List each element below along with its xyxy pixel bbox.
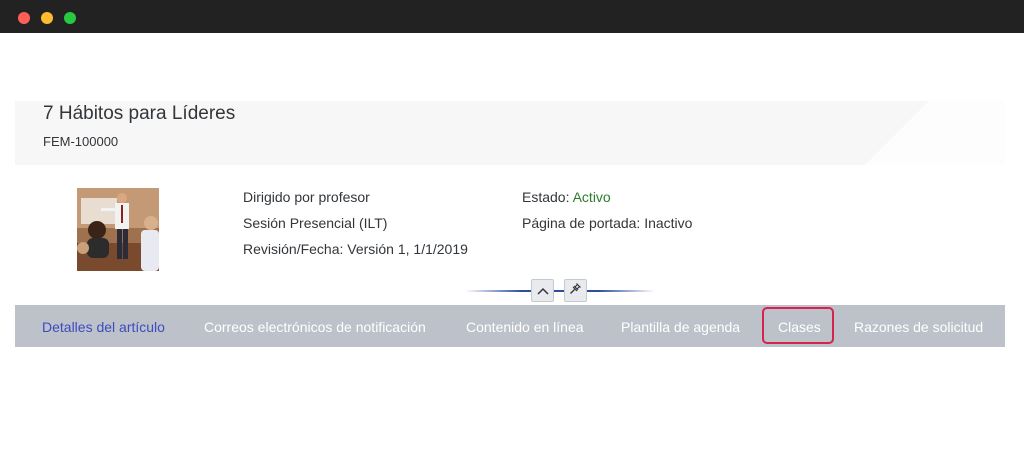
revision-date: Revisión/Fecha: Versión 1, 1/1/2019 — [243, 241, 468, 257]
header-decoration — [863, 101, 1005, 165]
app-window: 7 Hábitos para Líderes FEM-100000 Dirigi… — [0, 33, 1024, 449]
page-title: 7 Hábitos para Líderes — [43, 103, 236, 124]
item-thumbnail-image — [77, 188, 159, 271]
pin-icon — [569, 282, 582, 300]
header-collapse-divider — [465, 290, 655, 292]
tab-request-reasons[interactable]: Razones de solicitud — [854, 305, 983, 347]
object-header: 7 Hábitos para Líderes FEM-100000 — [15, 101, 1005, 165]
chevron-up-icon — [536, 282, 549, 300]
window-titlebar — [0, 0, 1024, 33]
session-type: Sesión Presencial (ILT) — [243, 215, 388, 231]
collapse-header-button[interactable] — [531, 279, 554, 302]
status-field: Estado: Activo — [522, 189, 611, 205]
tab-notification-emails[interactable]: Correos electrónicos de notificación — [204, 305, 426, 347]
tab-classes[interactable]: Clases — [778, 305, 821, 347]
tab-agenda-template[interactable]: Plantilla de agenda — [621, 305, 740, 347]
item-id: FEM-100000 — [43, 134, 119, 149]
close-window-button[interactable] — [18, 12, 30, 24]
minimize-window-button[interactable] — [41, 12, 53, 24]
pin-header-button[interactable] — [564, 279, 587, 302]
cover-page-status: Página de portada: Inactivo — [522, 215, 693, 231]
maximize-window-button[interactable] — [64, 12, 76, 24]
tab-item-details[interactable]: Detalles del artículo — [42, 305, 165, 347]
status-value: Activo — [572, 189, 611, 205]
status-label: Estado: — [522, 189, 573, 205]
tab-bar: Detalles del artículo Correos electrónic… — [15, 305, 1005, 347]
tab-online-content[interactable]: Contenido en línea — [466, 305, 584, 347]
delivery-method: Dirigido por profesor — [243, 189, 370, 205]
